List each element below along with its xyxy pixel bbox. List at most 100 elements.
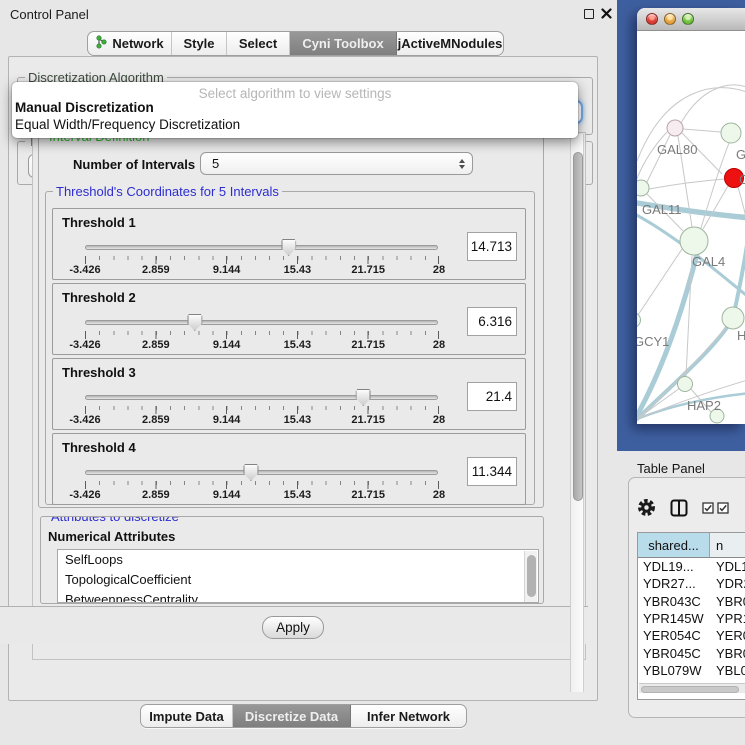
main-scrollbar[interactable] — [570, 134, 584, 692]
network-canvas[interactable]: GAL80 G C GAL11 GAL4 GCY1 H HAP2 — [637, 31, 745, 424]
table-row[interactable]: YBR045CYBR0 — [638, 644, 745, 661]
tab-jactivemnodules[interactable]: jActiveMNodules — [397, 32, 503, 55]
main-scrollbar-thumb[interactable] — [573, 152, 583, 501]
tick-label: 2.859 — [142, 339, 170, 351]
threshold-slider[interactable] — [85, 245, 438, 250]
table-cell-name[interactable]: YER0 — [710, 627, 745, 644]
attribute-list-item[interactable]: TopologicalCoefficient — [58, 570, 538, 590]
node-label-partial-c: C — [739, 172, 745, 187]
column-header-name[interactable]: n — [710, 533, 745, 557]
table-panel: shared... n YDL19...YDL1YDR27...YDR2YBR0… — [628, 477, 745, 718]
table-cell-shared-name[interactable]: YPR145W — [638, 610, 710, 627]
table-cell-shared-name[interactable]: YBL079W — [638, 662, 710, 679]
number-of-intervals-label: Number of Intervals — [73, 157, 195, 172]
node-partial-top-right[interactable] — [721, 123, 741, 143]
zoom-traffic-light-icon[interactable] — [682, 13, 694, 25]
threshold-slider[interactable] — [85, 395, 438, 400]
slider-major-ticks — [85, 406, 439, 414]
node-label-gal4: GAL4 — [692, 254, 725, 269]
table-row[interactable]: YDL19...YDL1 — [638, 558, 745, 575]
attribute-list-item[interactable]: SelfLoops — [58, 550, 538, 570]
table-row[interactable]: YBL079WYBL0 — [638, 662, 745, 679]
numerical-attributes-label: Numerical Attributes — [48, 529, 175, 544]
slider-major-ticks — [85, 256, 439, 264]
node-gal4[interactable] — [680, 227, 708, 255]
slider-tick-labels: -3.4262.8599.14415.4321.71528 — [85, 339, 439, 352]
threshold-slider[interactable] — [85, 320, 438, 325]
node-gal11[interactable] — [637, 180, 649, 196]
table-cell-shared-name[interactable]: YDR27... — [638, 575, 710, 592]
table-row[interactable]: YDR27...YDR2 — [638, 575, 745, 592]
column-header-shared-name[interactable]: shared... — [638, 533, 710, 557]
threshold-value-input[interactable]: 6.316 — [467, 307, 517, 336]
attributes-scrollbar[interactable] — [524, 551, 537, 603]
table-cell-shared-name[interactable]: YIL052C — [638, 696, 710, 700]
threshold-value-input[interactable]: 21.4 — [467, 382, 517, 411]
attribute-list-item[interactable]: BetweennessCentrality — [58, 590, 538, 603]
gear-icon[interactable] — [637, 498, 656, 520]
threshold-label: Threshold 3 — [62, 365, 136, 380]
table-cell-name[interactable]: YDL1 — [710, 558, 745, 575]
checkbox-checked-icon[interactable] — [717, 502, 729, 517]
tab-impute-data[interactable]: Impute Data — [141, 705, 233, 727]
network-icon — [95, 35, 107, 52]
close-traffic-light-icon[interactable] — [646, 13, 658, 25]
minimize-traffic-light-icon[interactable] — [664, 13, 676, 25]
number-of-intervals-combobox[interactable]: 5 — [200, 152, 473, 175]
float-window-icon[interactable] — [584, 9, 594, 19]
threshold-value-input[interactable]: 14.713 — [467, 232, 517, 261]
node-label-gal80: GAL80 — [657, 142, 697, 157]
slider-tick-labels: -3.4262.8599.14415.4321.71528 — [85, 414, 439, 427]
table-cell-name[interactable]: YDR2 — [710, 575, 745, 592]
table-row[interactable]: YIL052CYIL0 — [638, 696, 745, 700]
slider-handle[interactable] — [281, 239, 296, 256]
table-cell-name[interactable]: YBL0 — [710, 662, 745, 679]
table-cell-shared-name[interactable]: YDL19... — [638, 558, 710, 575]
algorithm-option-equal-width[interactable]: Equal Width/Frequency Discretization — [12, 116, 578, 133]
algorithm-placeholder-option[interactable]: Select algorithm to view settings — [12, 82, 578, 99]
slider-handle[interactable] — [187, 314, 202, 331]
apply-button[interactable]: Apply — [262, 616, 324, 639]
table-row[interactable]: YPR145WYPR1 — [638, 610, 745, 627]
table-horizontal-scrollbar[interactable] — [639, 683, 745, 693]
thresholds-group: Threshold's Coordinates for 5 Intervals … — [45, 191, 535, 505]
numerical-attributes-list[interactable]: SelfLoopsTopologicalCoefficientBetweenne… — [57, 549, 539, 603]
table-row[interactable]: YER054CYER0 — [638, 627, 745, 644]
close-icon[interactable] — [601, 8, 612, 19]
control-panel-title: Control Panel — [10, 7, 89, 22]
table-cell-shared-name[interactable]: YER054C — [638, 627, 710, 644]
tab-network[interactable]: Network — [88, 32, 172, 55]
algorithm-option-manual[interactable]: Manual Discretization — [12, 99, 578, 116]
tab-discretize-data[interactable]: Discretize Data — [233, 705, 351, 727]
node-hap2[interactable] — [678, 377, 693, 392]
network-window-titlebar[interactable] — [637, 8, 745, 31]
split-columns-icon[interactable] — [670, 499, 688, 520]
tick-label: 21.715 — [351, 414, 385, 426]
node-label-gcy1: GCY1 — [637, 334, 669, 349]
tab-cyni-toolbox[interactable]: Cyni Toolbox — [290, 32, 397, 55]
slider-handle[interactable] — [243, 464, 258, 481]
tick-label: 28 — [433, 414, 445, 426]
tick-label: -3.426 — [69, 264, 100, 276]
table-cell-name[interactable]: YBR0 — [710, 593, 745, 610]
table-header-row: shared... n — [638, 533, 745, 558]
tab-style[interactable]: Style — [172, 32, 227, 55]
threshold-slider[interactable] — [85, 470, 438, 475]
threshold-row: Threshold 2 -3.4262.8599.14415.4321.7152… — [52, 283, 526, 355]
table-horizontal-scrollbar-thumb[interactable] — [641, 686, 739, 693]
tab-infer-network[interactable]: Infer Network — [351, 705, 466, 727]
node-gcy1[interactable] — [637, 313, 641, 328]
table-cell-shared-name[interactable]: YBR045C — [638, 644, 710, 661]
tick-label: -3.426 — [69, 489, 100, 501]
slider-handle[interactable] — [356, 389, 371, 406]
threshold-value-input[interactable]: 11.344 — [467, 457, 517, 486]
tab-select[interactable]: Select — [227, 32, 290, 55]
table-cell-name[interactable]: YIL0 — [710, 696, 745, 700]
table-cell-name[interactable]: YPR1 — [710, 610, 745, 627]
table-cell-name[interactable]: YBR0 — [710, 644, 745, 661]
node-partial-right[interactable] — [722, 307, 744, 329]
checkbox-checked-icon[interactable] — [702, 502, 714, 517]
table-cell-shared-name[interactable]: YBR043C — [638, 593, 710, 610]
node-gal80[interactable] — [667, 120, 683, 136]
table-row[interactable]: YBR043CYBR0 — [638, 593, 745, 610]
